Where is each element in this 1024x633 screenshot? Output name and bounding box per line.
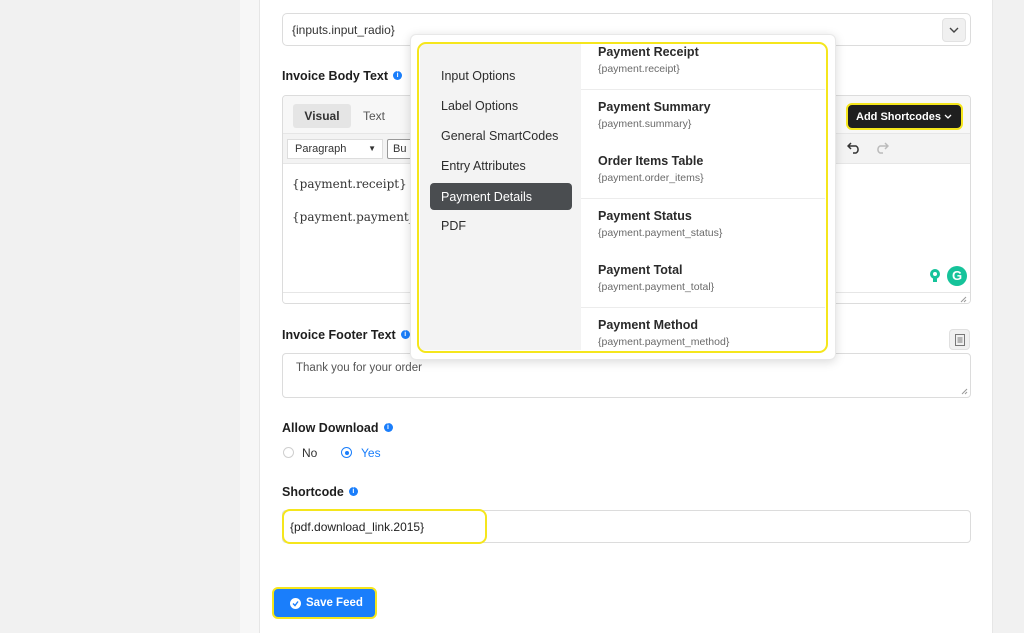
radio-no-label[interactable]: No — [302, 446, 317, 460]
grammarly-widget[interactable]: G — [926, 266, 968, 286]
shortcode-item-code: {payment.order_items} — [598, 172, 704, 184]
shortcode-value: {pdf.download_link.2015} — [290, 520, 425, 534]
grammarly-icon[interactable]: G — [947, 266, 967, 286]
tab-text[interactable]: Text — [363, 109, 385, 123]
shortcode-item-payment-summary[interactable]: Payment Summary {payment.summary} — [581, 90, 825, 145]
shortcode-item-payment-receipt[interactable]: Payment Receipt {payment.receipt} — [581, 44, 825, 90]
caret-down-icon: ▼ — [368, 144, 376, 153]
chevron-down-icon[interactable] — [942, 18, 966, 42]
shortcode-item-title: Payment Summary — [598, 100, 711, 114]
shortcode-item-payment-status[interactable]: Payment Status {payment.payment_status} — [581, 199, 825, 254]
invoice-footer-value: Thank you for your order — [296, 362, 422, 374]
shortcode-item-title: Order Items Table — [598, 154, 704, 168]
category-payment-details[interactable]: Payment Details — [430, 183, 572, 210]
category-input-options[interactable]: Input Options — [441, 69, 515, 83]
category-pdf[interactable]: PDF — [441, 219, 466, 233]
allow-download-label: Allow Download i — [282, 421, 393, 435]
category-entry-attributes[interactable]: Entry Attributes — [441, 159, 526, 173]
shortcode-item-code: {payment.summary} — [598, 118, 692, 130]
add-shortcodes-button[interactable]: Add Shortcodes — [846, 103, 963, 130]
shortcode-item-code: {payment.payment_method} — [598, 336, 730, 348]
shortcode-item-title: Payment Status — [598, 209, 692, 223]
resize-handle-icon[interactable] — [960, 296, 967, 303]
invoice-body-label: Invoice Body Text i — [282, 69, 403, 83]
category-label-options[interactable]: Label Options — [441, 99, 518, 113]
shortcode-item-title: Payment Receipt — [598, 45, 699, 59]
redo-icon[interactable] — [875, 141, 889, 154]
editor-line: {payment.receipt} — [292, 177, 407, 191]
tab-visual[interactable]: Visual — [293, 104, 351, 128]
radio-yes[interactable] — [341, 447, 352, 458]
field-select-value: {inputs.input_radio} — [292, 23, 395, 37]
shortcode-item-code: {payment.payment_status} — [598, 227, 723, 239]
admin-right-area — [992, 0, 1024, 633]
invoice-footer-label-text: Invoice Footer Text — [282, 328, 396, 342]
shortcode-item-payment-method[interactable]: Payment Method {payment.payment_method} — [581, 308, 825, 350]
paragraph-select-value: Paragraph — [295, 143, 347, 155]
editor-line: {payment.payment_ — [292, 210, 415, 224]
info-icon[interactable]: i — [393, 71, 403, 81]
info-icon[interactable]: i — [400, 330, 410, 340]
invoice-body-label-text: Invoice Body Text — [282, 69, 389, 83]
lightbulb-icon[interactable] — [926, 266, 944, 284]
shortcode-label-text: Shortcode — [282, 485, 344, 499]
chevron-down-icon — [944, 114, 952, 119]
info-icon[interactable]: i — [348, 487, 358, 497]
radio-no[interactable] — [283, 447, 294, 458]
info-icon[interactable]: i — [383, 423, 393, 433]
invoice-footer-label: Invoice Footer Text i — [282, 328, 410, 342]
shortcode-item-code: {payment.payment_total} — [598, 281, 715, 293]
category-general-smartcodes[interactable]: General SmartCodes — [441, 129, 558, 143]
shortcode-item-payment-total[interactable]: Payment Total {payment.payment_total} — [581, 253, 825, 308]
shortcode-label: Shortcode i — [282, 485, 358, 499]
undo-icon[interactable] — [847, 141, 861, 154]
category-payment-details-label: Payment Details — [441, 190, 533, 204]
check-circle-icon — [290, 598, 301, 609]
allow-download-label-text: Allow Download — [282, 421, 379, 435]
shortcode-item-title: Payment Method — [598, 318, 699, 332]
save-feed-label: Save Feed — [306, 597, 363, 609]
shortcode-item-order-items[interactable]: Order Items Table {payment.order_items} — [581, 144, 825, 199]
add-shortcodes-label: Add Shortcodes — [856, 111, 941, 123]
shortcode-item-code: {payment.receipt} — [598, 63, 680, 75]
admin-left-area — [0, 0, 240, 633]
resize-handle-icon[interactable] — [961, 388, 968, 395]
document-icon[interactable] — [949, 329, 970, 350]
shortcode-item-title: Payment Total — [598, 263, 683, 277]
save-feed-button[interactable]: Save Feed — [272, 587, 377, 619]
radio-yes-label[interactable]: Yes — [361, 446, 381, 460]
shortcodes-list: Payment Receipt {payment.receipt} Paymen… — [581, 44, 825, 350]
paragraph-select[interactable]: Paragraph ▼ — [287, 139, 383, 159]
